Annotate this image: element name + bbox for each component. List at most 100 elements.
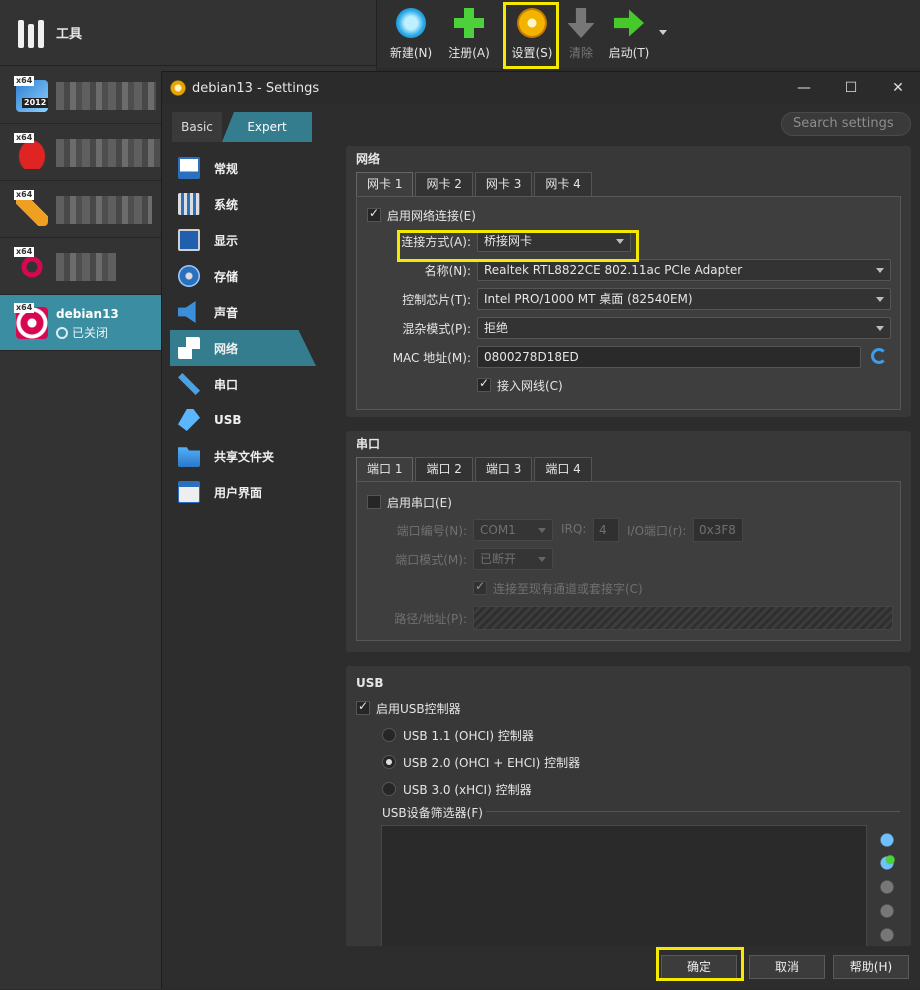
network-section: 网络 网卡 1 网卡 2 网卡 3 网卡 4 启用网络连接(E) 连接方式(A)… (346, 146, 911, 417)
connect-existing-checkbox[interactable]: 连接至现有通道或套接字(C) (473, 576, 643, 600)
nav-item-display[interactable]: 显示 (170, 222, 316, 258)
start-arrow-right-icon (614, 9, 644, 37)
enable-network-checkbox[interactable]: 启用网络连接(E) (367, 203, 476, 227)
radio (382, 782, 396, 796)
mac-address-input[interactable]: 0800278D18ED (477, 346, 861, 368)
add-device-filter-icon[interactable] (879, 855, 895, 871)
blurred-vm-name (56, 139, 160, 167)
tools-icon (16, 16, 46, 50)
usb-2-0-radio[interactable]: USB 2.0 (OHCI + EHCI) 控制器 (382, 750, 580, 774)
enable-serial-checkbox[interactable]: 启用串口(E) (367, 490, 452, 514)
refresh-mac-icon[interactable] (871, 348, 887, 364)
minimize-button[interactable]: — (781, 72, 827, 104)
settings-content: 网络 网卡 1 网卡 2 网卡 3 网卡 4 启用网络连接(E) 连接方式(A)… (346, 146, 911, 946)
chevron-down-icon (876, 326, 884, 331)
new-starburst-icon (396, 8, 426, 38)
vm-state-label: 已关闭 (72, 326, 109, 340)
irq-label: IRQ: (561, 522, 587, 536)
move-filter-icon[interactable] (879, 927, 895, 943)
network-adapter-panel: 启用网络连接(E) 连接方式(A): 桥接网卡 名称(N): Realtek R… (356, 196, 901, 410)
usb-1-1-radio[interactable]: USB 1.1 (OHCI) 控制器 (382, 723, 534, 747)
radio (382, 728, 396, 742)
chevron-down-icon (538, 528, 546, 533)
storage-icon (178, 265, 200, 287)
nav-item-storage[interactable]: 存储 (170, 258, 316, 294)
adapter-type-select[interactable]: Intel PRO/1000 MT 桌面 (82540EM) (477, 288, 891, 310)
tab-adapter-1[interactable]: 网卡 1 (356, 172, 414, 196)
dialog-titlebar[interactable]: debian13 - Settings — ☐ ✕ (162, 72, 920, 104)
port-number-select[interactable]: COM1 (473, 519, 553, 541)
x64-badge: x64 (14, 76, 35, 86)
radio (382, 755, 396, 769)
cable-connected-checkbox[interactable]: 接入网线(C) (477, 373, 563, 397)
nav-item-audio[interactable]: 声音 (170, 294, 316, 330)
nav-item-network[interactable]: 网络 (170, 330, 316, 366)
tab-expert[interactable]: Expert (222, 112, 312, 142)
network-title: 网络 (356, 152, 381, 166)
path-input[interactable] (473, 606, 893, 630)
tab-adapter-4[interactable]: 网卡 4 (534, 172, 592, 196)
io-port-label: I/O端口(r): (627, 524, 687, 538)
adapter-name-select[interactable]: Realtek RTL8822CE 802.11ac PCIe Adapter (477, 259, 891, 281)
usb-icon (178, 409, 200, 431)
checkbox (473, 579, 487, 595)
main-toolbar: 新建(N) 注册(A) 设置(S) 清除 启动(T) (376, 0, 920, 68)
nav-item-usb[interactable]: USB (170, 402, 316, 438)
remove-filter-icon[interactable] (879, 903, 895, 919)
audio-icon (178, 301, 196, 323)
usb-section: USB 启用USB控制器 USB 1.1 (OHCI) 控制器 USB 2.0 … (346, 666, 911, 946)
start-dropdown-icon[interactable] (659, 30, 667, 35)
x64-badge: x64 (14, 190, 35, 200)
checkbox (367, 206, 381, 222)
nav-item-general[interactable]: 常规 (170, 150, 316, 186)
general-icon (178, 157, 200, 179)
tools-item[interactable]: 工具 (0, 0, 376, 66)
user-interface-icon (178, 481, 200, 503)
maximize-button[interactable]: ☐ (828, 72, 874, 104)
new-button[interactable]: 新建(N) (383, 6, 439, 64)
nav-item-shared-folders[interactable]: 共享文件夹 (170, 438, 316, 474)
serial-title: 串口 (356, 437, 381, 451)
tab-adapter-2[interactable]: 网卡 2 (415, 172, 473, 196)
start-button[interactable]: 启动(T) (601, 6, 657, 64)
tab-port-1[interactable]: 端口 1 (356, 457, 414, 481)
close-button[interactable]: ✕ (875, 72, 920, 104)
tab-port-3[interactable]: 端口 3 (474, 457, 533, 481)
edit-filter-icon[interactable] (879, 879, 895, 895)
x64-badge: x64 (14, 303, 35, 313)
tab-port-4[interactable]: 端口 4 (534, 457, 592, 481)
blurred-vm-name (56, 253, 116, 281)
tab-basic[interactable]: Basic (172, 112, 222, 142)
display-icon (178, 229, 200, 251)
ok-highlight (656, 947, 744, 981)
discard-arrow-down-icon (567, 8, 595, 38)
adapter-type-label: 控制芯片(T): (402, 293, 471, 307)
tab-adapter-3[interactable]: 网卡 3 (474, 172, 533, 196)
search-settings-input[interactable]: Search settings (781, 112, 911, 136)
x64-badge: x64 (14, 247, 35, 257)
register-button[interactable]: 注册(A) (441, 6, 497, 64)
blurred-vm-name (56, 82, 156, 110)
blurred-vm-name (56, 196, 152, 224)
dialog-button-bar: 确定 取消 帮助(H) (162, 950, 920, 990)
path-label: 路径/地址(P): (394, 612, 467, 626)
enable-usb-checkbox[interactable]: 启用USB控制器 (356, 696, 461, 720)
serial-icon (178, 373, 200, 395)
port-mode-select[interactable]: 已断开 (473, 548, 553, 570)
cancel-button[interactable]: 取消 (749, 955, 825, 979)
usb-3-0-radio[interactable]: USB 3.0 (xHCI) 控制器 (382, 777, 532, 801)
add-empty-filter-icon[interactable] (879, 832, 895, 848)
power-off-icon (56, 326, 68, 339)
mac-label: MAC 地址(M): (392, 351, 471, 365)
nav-item-user-interface[interactable]: 用户界面 (170, 474, 316, 510)
tab-port-2[interactable]: 端口 2 (415, 457, 473, 481)
help-button[interactable]: 帮助(H) (833, 955, 909, 979)
io-port-input[interactable]: 0x3F8 (693, 518, 743, 542)
chevron-down-icon (538, 557, 546, 562)
nav-item-serial[interactable]: 串口 (170, 366, 316, 402)
promiscuous-mode-select[interactable]: 拒绝 (477, 317, 891, 339)
vm-state: 已关闭 (56, 324, 108, 341)
irq-input[interactable]: 4 (593, 518, 619, 542)
usb-filter-list[interactable] (381, 825, 867, 946)
nav-item-system[interactable]: 系统 (170, 186, 316, 222)
